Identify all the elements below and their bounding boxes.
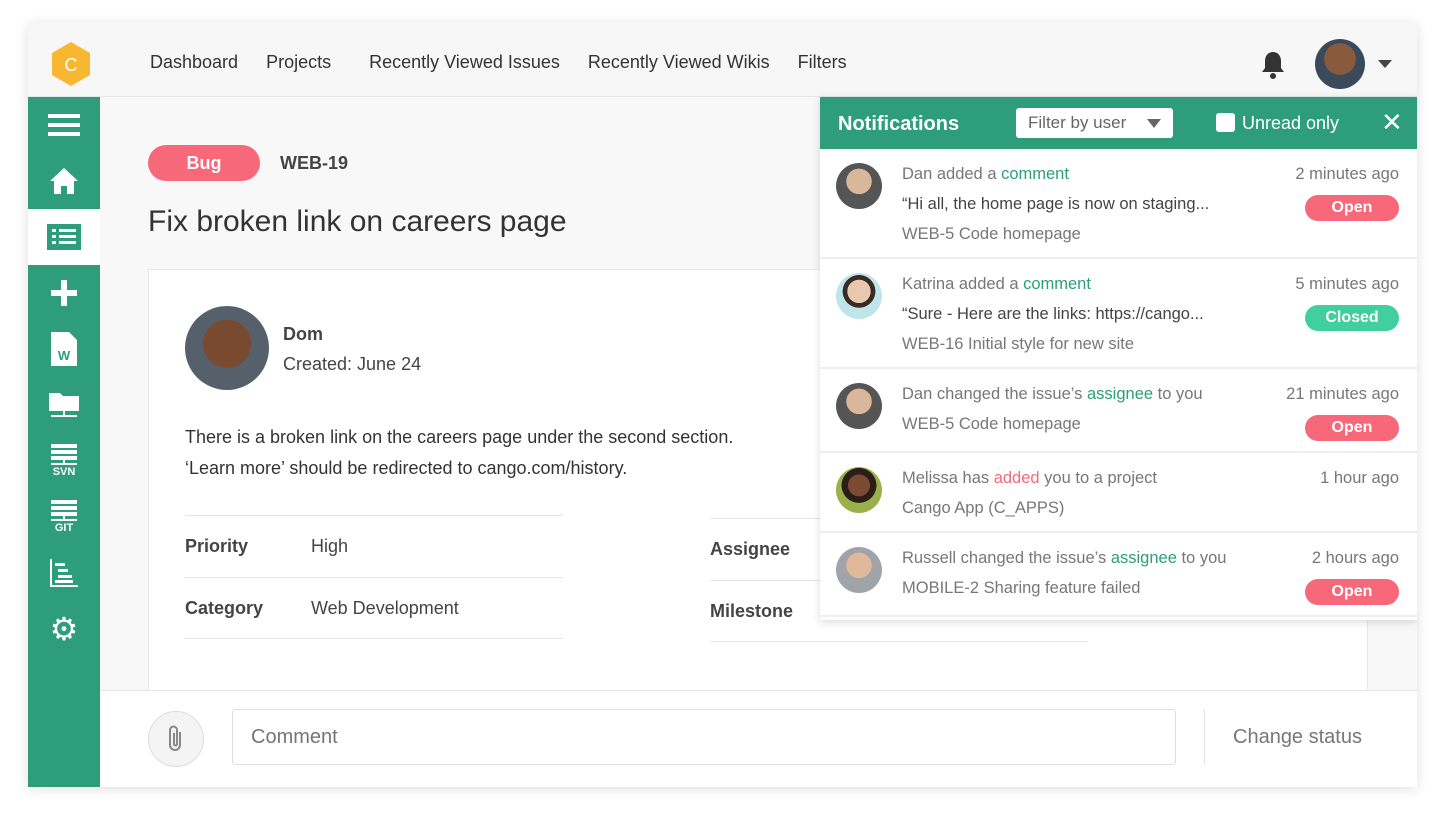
- chevron-down-icon[interactable]: [1378, 60, 1392, 68]
- notification-quote: “Hi all, the home page is now on staging…: [902, 195, 1210, 213]
- notification-avatar: [836, 467, 882, 513]
- author-name: Dom: [283, 324, 323, 344]
- notification-issue[interactable]: WEB-5 Code homepage: [902, 225, 1081, 244]
- issue-key: WEB-19: [280, 153, 349, 173]
- notification-issue[interactable]: MOBILE-2 Sharing feature failed: [902, 579, 1140, 598]
- main-nav: Dashboard Projects Recently Viewed Issue…: [150, 52, 847, 73]
- wiki-document-icon[interactable]: W: [28, 321, 100, 377]
- user-avatar[interactable]: [1315, 39, 1365, 89]
- menu-icon[interactable]: [28, 97, 100, 153]
- notification-issue[interactable]: WEB-16 Initial style for new site: [902, 335, 1134, 354]
- notification-time: 21 minutes ago: [1286, 385, 1399, 403]
- nav-projects[interactable]: Projects: [266, 52, 331, 73]
- author-avatar: [185, 306, 269, 390]
- issues-list-icon[interactable]: [28, 209, 100, 265]
- notification-avatar: [836, 383, 882, 429]
- comment-input[interactable]: [232, 709, 1176, 765]
- gantt-chart-icon[interactable]: [28, 545, 100, 601]
- notification-link[interactable]: comment: [1001, 165, 1069, 183]
- notification-quote: “Sure - Here are the links: https://cang…: [902, 305, 1204, 323]
- notification-time: 2 minutes ago: [1295, 165, 1399, 183]
- app-window: C Dashboard Projects Recently Viewed Iss…: [28, 22, 1417, 787]
- notification-avatar: [836, 273, 882, 319]
- nav-dashboard[interactable]: Dashboard: [150, 52, 238, 73]
- svg-text:W: W: [58, 348, 71, 363]
- status-badge: Open: [1305, 195, 1399, 221]
- issue-description: There is a broken link on the careers pa…: [185, 427, 734, 478]
- top-bar: C Dashboard Projects Recently Viewed Iss…: [28, 22, 1417, 97]
- field-priority: Priority High: [185, 515, 563, 577]
- folder-network-icon[interactable]: [28, 377, 100, 433]
- notifications-panel: Notifications Filter by user Unread only…: [820, 97, 1417, 620]
- status-badge: Open: [1305, 579, 1399, 605]
- change-status-button[interactable]: Change status: [1204, 709, 1362, 765]
- nav-filters[interactable]: Filters: [798, 52, 847, 73]
- nav-recent-issues[interactable]: Recently Viewed Issues: [369, 52, 560, 73]
- svg-text:C: C: [65, 55, 78, 75]
- notification-item[interactable]: Katrina added a comment 5 minutes ago “Su…: [820, 259, 1417, 369]
- notification-item[interactable]: Dan changed the issue’s assignee to you …: [820, 369, 1417, 453]
- status-badge: Closed: [1305, 305, 1399, 331]
- comment-bar: Change status: [100, 690, 1417, 787]
- notification-item[interactable]: Dan added a comment 2 minutes ago “Hi all…: [820, 149, 1417, 259]
- unread-only-label[interactable]: Unread only: [1242, 113, 1339, 134]
- notification-time: 5 minutes ago: [1295, 275, 1399, 293]
- issue-type-badge: Bug: [148, 145, 260, 181]
- close-icon[interactable]: ✕: [1381, 107, 1403, 138]
- cango-logo[interactable]: C: [52, 42, 90, 86]
- notification-text: Dan changed the issue’s assignee to you: [902, 385, 1203, 403]
- created-date: Created: June 24: [283, 354, 422, 374]
- notification-text: Dan added a comment: [902, 165, 1069, 183]
- notification-item[interactable]: Melissa has added you to a project 1 hou…: [820, 453, 1417, 533]
- notification-issue[interactable]: WEB-5 Code homepage: [902, 415, 1081, 434]
- nav-recent-wikis[interactable]: Recently Viewed Wikis: [588, 52, 770, 73]
- notification-link[interactable]: added: [994, 469, 1040, 487]
- notification-text: Katrina added a comment: [902, 275, 1091, 293]
- paperclip-icon[interactable]: [148, 711, 204, 767]
- chevron-down-icon: [1147, 119, 1161, 128]
- notification-time: 2 hours ago: [1311, 549, 1399, 567]
- bell-icon[interactable]: [1260, 50, 1286, 80]
- git-icon[interactable]: GIT: [28, 489, 100, 545]
- notification-avatar: [836, 163, 882, 209]
- svn-icon[interactable]: SVN: [28, 433, 100, 489]
- status-badge: Open: [1305, 415, 1399, 441]
- notification-list: Dan added a comment 2 minutes ago “Hi all…: [820, 149, 1417, 617]
- home-icon[interactable]: [28, 153, 100, 209]
- notification-link[interactable]: comment: [1023, 275, 1091, 293]
- notification-text: Melissa has added you to a project: [902, 469, 1157, 487]
- notification-text: Russell changed the issue’s assignee to …: [902, 549, 1227, 567]
- notification-avatar: [836, 547, 882, 593]
- page-title: Fix broken link on careers page: [148, 205, 567, 238]
- add-icon[interactable]: [28, 265, 100, 321]
- notification-time: 1 hour ago: [1320, 469, 1399, 487]
- field-category: Category Web Development: [185, 577, 563, 639]
- notifications-header: Notifications Filter by user Unread only…: [820, 97, 1417, 149]
- filter-by-user-dropdown[interactable]: Filter by user: [1016, 108, 1173, 138]
- notification-item[interactable]: Russell changed the issue’s assignee to …: [820, 533, 1417, 617]
- notification-link[interactable]: assignee: [1087, 385, 1153, 403]
- notification-link[interactable]: assignee: [1111, 549, 1177, 567]
- notification-issue[interactable]: Cango App (C_APPS): [902, 499, 1064, 518]
- sidebar: W SVN GIT ⚙: [28, 97, 100, 787]
- settings-icon[interactable]: ⚙: [28, 601, 100, 657]
- unread-only-checkbox[interactable]: [1216, 113, 1235, 132]
